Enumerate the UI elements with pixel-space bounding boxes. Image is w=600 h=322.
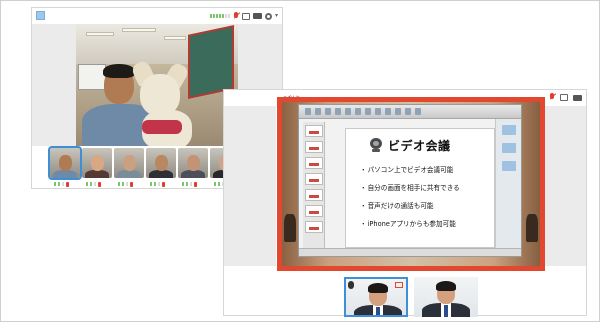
toolbar-controls [549, 93, 582, 102]
mic-muted-icon [194, 181, 197, 187]
video-camera-icon[interactable] [252, 13, 262, 19]
slide-thumbnail-pane [303, 122, 325, 250]
slide-title: ビデオ会議 [388, 138, 451, 153]
window-toolbar: ▾ [32, 8, 282, 24]
mic-muted-icon[interactable] [233, 11, 239, 21]
lantern-decoration [526, 214, 538, 242]
participant-thumbnail[interactable] [114, 148, 144, 178]
microphone-icon [348, 281, 354, 289]
gear-icon[interactable] [264, 12, 272, 20]
finder-sidebar [495, 119, 521, 250]
video-call-window-front: の利点 [223, 89, 587, 317]
toolbar-controls: ▾ [209, 10, 278, 22]
slide-heading: ビデオ会議 [370, 137, 451, 153]
participant-thumbnail[interactable] [48, 146, 82, 180]
letterbox-left [32, 24, 76, 146]
slide-bullet: iPhoneアプリからも参加可能 [360, 219, 460, 237]
presentation-status-bar [299, 248, 521, 256]
participant-audio-meter [118, 181, 133, 187]
slide-bullet: パソコン上でビデオ会議可能 [360, 165, 460, 183]
mic-muted-icon [98, 181, 101, 187]
lantern-decoration [284, 214, 296, 242]
slide-bullet-list: パソコン上でビデオ会議可能 自分の画面を相手に共有できる 音声だけの通話も可能 … [360, 165, 460, 237]
mic-muted-icon [66, 181, 69, 187]
participant-audio-meter [86, 181, 101, 187]
presentation-slide: ビデオ会議 パソコン上でビデオ会議可能 自分の画面を相手に共有できる 音声だけの… [345, 128, 495, 248]
participant-thumbnail-strip [224, 266, 586, 317]
slide-bullet: 自分の画面を相手に共有できる [360, 183, 460, 201]
letterbox-right [544, 106, 586, 266]
participant-thumbnail[interactable] [146, 148, 176, 178]
screen-share-view[interactable]: ビデオ会議 パソコン上でビデオ会議可能 自分の画面を相手に共有できる 音声だけの… [277, 97, 545, 271]
screenshot-frame: ▾ の利点 [0, 0, 600, 322]
chevron-down-icon[interactable]: ▾ [275, 13, 278, 19]
participant-thumbnail[interactable] [414, 277, 478, 317]
participant-thumbnail[interactable] [178, 148, 208, 178]
letterbox-left [224, 106, 276, 266]
participant-thumbnail[interactable] [82, 148, 112, 178]
video-camera-icon[interactable] [573, 94, 582, 101]
shared-presentation-app: ビデオ会議 パソコン上でビデオ会議可能 自分の画面を相手に共有できる 音声だけの… [298, 104, 522, 257]
participant-audio-meter [150, 181, 165, 187]
screen-icon[interactable] [560, 94, 568, 101]
slide-bullet: 音声だけの通話も可能 [360, 201, 460, 219]
participant-audio-meter [54, 181, 69, 187]
mic-muted-icon[interactable] [549, 93, 555, 102]
screen-icon[interactable] [241, 12, 250, 20]
signal-meter-icon [209, 14, 230, 18]
participant-audio-meter [182, 181, 197, 187]
participant-thumbnail[interactable] [344, 277, 408, 317]
app-icon[interactable] [36, 11, 45, 20]
screen-icon [395, 282, 403, 288]
mic-muted-icon [162, 181, 165, 187]
mic-muted-icon [130, 181, 133, 187]
presentation-toolbar [299, 105, 521, 119]
main-video-feed[interactable] [76, 24, 238, 146]
webcam-icon [370, 138, 382, 152]
